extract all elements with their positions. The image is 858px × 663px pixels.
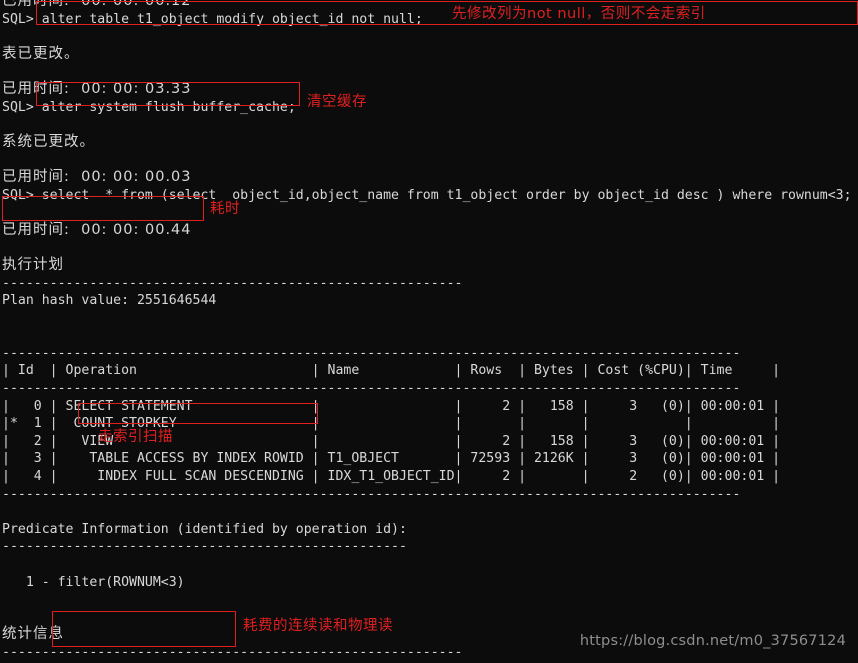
terminal-line: 已用时间: 00: 00: 00.03	[2, 168, 192, 185]
terminal-output: 已用时间: 00: 00: 00.12 SQL> alter table t1_o…	[0, 0, 858, 663]
terminal-line: 已用时间: 00: 00: 00.44	[2, 221, 192, 238]
terminal-line: 表已更改。	[2, 45, 80, 62]
terminal-line: Predicate Information (identified by ope…	[2, 521, 407, 537]
terminal-line: 系统已更改。	[2, 133, 95, 150]
terminal-line: | 3 | TABLE ACCESS BY INDEX ROWID | T1_O…	[2, 451, 781, 467]
note-reads: 耗费的连续读和物理读	[243, 618, 393, 634]
watermark: https://blog.csdn.net/m0_37567124	[579, 633, 846, 650]
terminal-line: | Id | Operation | Name | Rows | Bytes |…	[2, 363, 781, 379]
terminal-line: | 0 | SELECT STATEMENT | | 2 | 158 | 3 (…	[2, 398, 781, 414]
terminal-line: 已用时间: 00: 00: 00.12	[2, 0, 192, 9]
terminal-line: ----------------------------------------…	[2, 345, 741, 361]
terminal-line: SQL> alter table t1_object modify object…	[2, 11, 423, 27]
terminal-line: ----------------------------------------…	[2, 381, 741, 397]
terminal-line: ----------------------------------------…	[2, 486, 741, 502]
terminal-screen: 已用时间: 00: 00: 00.12 SQL> alter table t1_o…	[0, 0, 858, 663]
terminal-line: 已用时间: 00: 00: 03.33	[2, 80, 192, 97]
terminal-line: Plan hash value: 2551646544	[2, 293, 217, 309]
terminal-line: 1 - filter(ROWNUM<3)	[2, 574, 185, 590]
terminal-line: 执行计划	[2, 256, 64, 273]
terminal-line: SQL> alter system flush buffer_cache;	[2, 99, 296, 115]
note-index-scan: 走索引扫描	[98, 429, 173, 445]
note-elapsed: 耗时	[210, 201, 240, 217]
terminal-line: ----------------------------------------…	[2, 275, 463, 291]
note-flush-cache: 清空缓存	[307, 94, 367, 110]
terminal-line: ----------------------------------------…	[2, 539, 407, 555]
note-not-null: 先修改列为not null，否则不会走索引	[452, 6, 706, 22]
terminal-line: | 4 | INDEX FULL SCAN DESCENDING | IDX_T…	[2, 469, 781, 485]
terminal-line: SQL> select * from (select object_id,obj…	[2, 187, 852, 203]
